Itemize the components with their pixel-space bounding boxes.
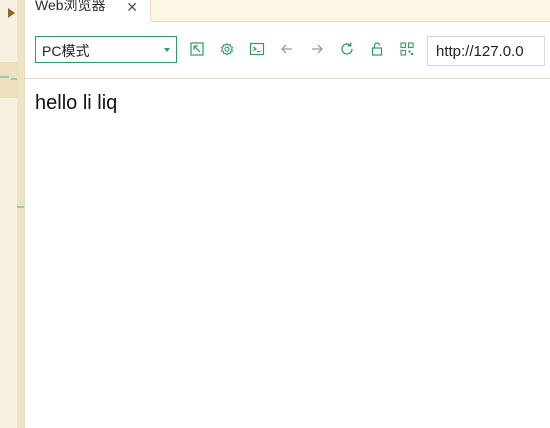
tab-bar: Web浏览器 ✕ <box>25 0 550 22</box>
back-arrow-icon[interactable] <box>279 41 295 57</box>
gutter-change-marker <box>11 78 17 80</box>
tab-web-browser[interactable]: Web浏览器 ✕ <box>25 0 151 22</box>
page-body-text: hello li liq <box>35 92 118 114</box>
lock-icon[interactable] <box>369 41 385 57</box>
open-external-icon[interactable] <box>189 41 205 57</box>
url-input[interactable]: http://127.0.0 <box>427 36 545 66</box>
run-arrow-icon[interactable] <box>8 8 15 18</box>
qr-code-icon[interactable] <box>399 41 415 57</box>
browser-toolbar: PC模式 http://127.0.0 <box>25 22 550 79</box>
gutter-change-marker <box>0 76 9 78</box>
chevron-down-icon <box>164 48 170 52</box>
url-text: http://127.0.0 <box>436 43 524 60</box>
editor-gutter <box>0 0 25 428</box>
web-browser-panel: Web浏览器 ✕ PC模式 http://127.0.0 hello li li… <box>0 0 550 428</box>
page-viewport: hello li liq <box>25 79 550 428</box>
gutter-strip <box>17 0 24 428</box>
gutter-highlight <box>0 62 17 98</box>
settings-icon[interactable] <box>219 41 235 57</box>
console-icon[interactable] <box>249 41 265 57</box>
tab-title: Web浏览器 <box>35 0 106 13</box>
device-mode-select[interactable]: PC模式 <box>35 36 177 63</box>
forward-arrow-icon[interactable] <box>309 41 325 57</box>
close-icon[interactable]: ✕ <box>126 0 138 16</box>
device-mode-value: PC模式 <box>42 43 90 59</box>
refresh-icon[interactable] <box>339 41 355 57</box>
gutter-change-marker <box>17 206 24 208</box>
